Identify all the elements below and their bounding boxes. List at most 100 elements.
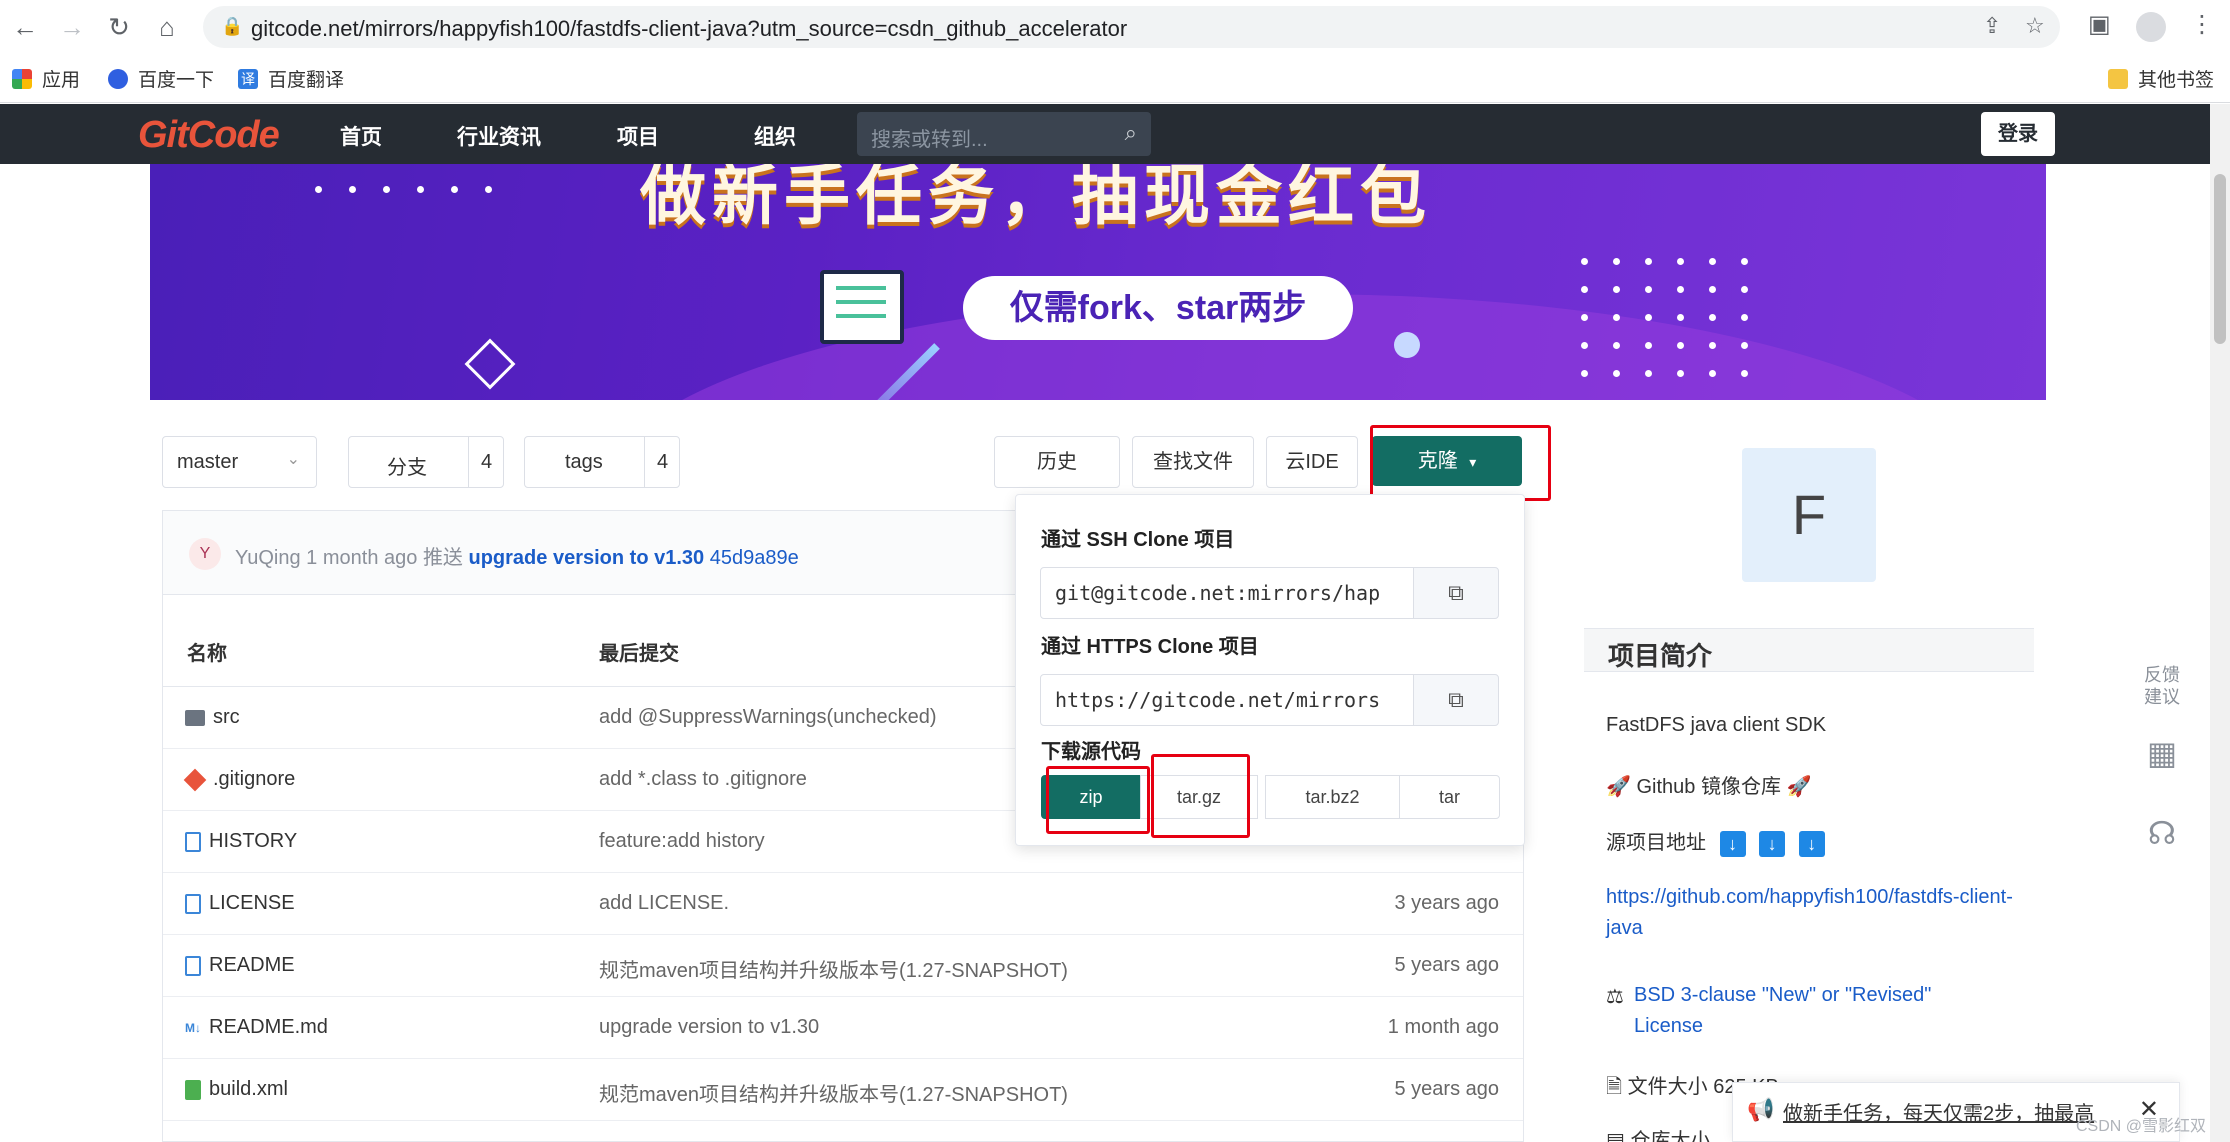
file-name[interactable]: README.md	[209, 1016, 328, 1039]
source-row: 源项目地址 ↓ ↓ ↓	[1606, 826, 1825, 857]
avatar[interactable]: Y	[189, 538, 221, 570]
bookmark-baidu-translate[interactable]: 译 百度翻译	[238, 65, 344, 92]
search-icon[interactable]: ⌕	[1125, 120, 1137, 146]
banner-dot	[1645, 286, 1652, 293]
headset-icon[interactable]: ☊	[2138, 817, 2186, 849]
banner-dot	[1677, 258, 1684, 265]
side-panel-icon[interactable]: ▣	[2088, 10, 2111, 39]
download-tarbz2-button[interactable]: tar.bz2	[1265, 775, 1400, 819]
login-button[interactable]: 登录	[1981, 112, 2055, 156]
table-row[interactable]: M↓ README.md upgrade version to v1.30 1 mon…	[163, 997, 1523, 1059]
file-name-cell[interactable]: .gitignore	[183, 768, 295, 791]
file-icon	[185, 831, 201, 852]
file-name-cell[interactable]: LICENSE	[185, 892, 295, 915]
home-icon[interactable]: ⌂	[150, 10, 184, 44]
download-arrow-icon[interactable]: ↓	[1719, 830, 1746, 857]
file-name-cell[interactable]: build.xml	[185, 1078, 288, 1101]
branches-button[interactable]: 分支 4	[348, 436, 504, 488]
bookmark-star-icon[interactable]: ☆	[2025, 13, 2045, 39]
commit-time: 1 month ago	[306, 547, 418, 569]
file-name[interactable]: README	[209, 954, 295, 977]
baidu-icon	[108, 68, 128, 89]
commit-time: 3 years ago	[1394, 892, 1499, 914]
file-name-cell[interactable]: M↓ README.md	[185, 1016, 328, 1039]
site-header: GitCode 首页 行业资讯 项目 组织 搜索或转到... ⌕ 登录	[0, 104, 2210, 164]
download-tar-button[interactable]: tar	[1399, 775, 1500, 819]
bookmark-baidu[interactable]: 百度一下	[108, 65, 214, 92]
nav-orgs[interactable]: 组织	[754, 121, 796, 151]
back-icon[interactable]: ←	[8, 10, 42, 44]
copy-ssh-icon[interactable]: ⧉	[1413, 567, 1499, 619]
banner-dot	[1581, 258, 1588, 265]
file-name[interactable]: build.xml	[209, 1078, 288, 1101]
commit-message[interactable]: 规范maven项目结构并升级版本号(1.27-SNAPSHOT)	[599, 954, 1068, 983]
commit-message[interactable]: 规范maven项目结构并升级版本号(1.27-SNAPSHOT)	[599, 1078, 1068, 1107]
promo-banner[interactable]: 做新手任务，抽现金红包 仅需fork、star两步	[150, 164, 2046, 400]
banner-dot	[1741, 314, 1748, 321]
nav-home[interactable]: 首页	[340, 121, 382, 151]
feedback-button[interactable]: 反馈建议	[2138, 664, 2186, 708]
commit-hash-link[interactable]: 45d9a89e	[710, 547, 799, 569]
gitcode-logo[interactable]: GitCode	[138, 114, 280, 157]
banner-dot	[1709, 314, 1716, 321]
commit-message[interactable]: upgrade version to v1.30	[599, 1016, 819, 1039]
profile-avatar[interactable]	[2136, 12, 2166, 42]
branches-label: 分支	[387, 457, 427, 479]
download-arrow-icon[interactable]: ↓	[1759, 830, 1786, 857]
https-url-field[interactable]: https://gitcode.net/mirrors	[1040, 674, 1414, 726]
banner-dot	[1581, 342, 1588, 349]
tags-button[interactable]: tags 4	[524, 436, 680, 488]
page-scrollbar[interactable]	[2210, 104, 2230, 1142]
mirror-label-row: 🚀 Github 镜像仓库 🚀	[1606, 770, 1811, 799]
license-link[interactable]: BSD 3-clause "New" or "Revised" License	[1634, 980, 1994, 1042]
commit-message[interactable]: add @SuppressWarnings(unchecked)	[599, 706, 937, 729]
commit-message[interactable]: add *.class to .gitignore	[599, 768, 807, 791]
file-icon	[185, 893, 201, 914]
apps-icon	[12, 68, 32, 89]
scrollbar-thumb[interactable]	[2214, 174, 2226, 344]
file-name-cell[interactable]: HISTORY	[185, 830, 297, 853]
find-file-button[interactable]: 查找文件	[1132, 436, 1254, 488]
copy-https-icon[interactable]: ⧉	[1413, 674, 1499, 726]
source-url-link[interactable]: https://github.com/happyfish100/fastdfs-…	[1606, 882, 2026, 944]
commit-message[interactable]: add LICENSE.	[599, 892, 729, 915]
search-input[interactable]: 搜索或转到... ⌕	[857, 112, 1151, 156]
download-targz-button[interactable]: tar.gz	[1140, 775, 1258, 819]
table-row[interactable]: README 规范maven项目结构并升级版本号(1.27-SNAPSHOT) 5 …	[163, 935, 1523, 997]
share-icon[interactable]: ⇪	[1983, 13, 2001, 39]
nav-projects[interactable]: 项目	[617, 121, 659, 151]
file-name[interactable]: .gitignore	[213, 768, 295, 791]
table-row[interactable]: build.xml 规范maven项目结构并升级版本号(1.27-SNAPSHOT…	[163, 1059, 1523, 1121]
banner-dot	[1709, 286, 1716, 293]
reload-icon[interactable]: ↻	[102, 10, 136, 44]
file-name[interactable]: LICENSE	[209, 892, 295, 915]
checklist-line	[836, 300, 886, 304]
table-row[interactable]: LICENSE add LICENSE. 3 years ago	[163, 873, 1523, 935]
commit-author[interactable]: YuQing	[235, 547, 301, 569]
web-ide-button[interactable]: 云IDE	[1266, 436, 1358, 488]
address-bar[interactable]: 🔒 gitcode.net/mirrors/happyfish100/fastd…	[203, 6, 2060, 48]
branch-select[interactable]: master ⌄	[162, 436, 317, 488]
file-name-cell[interactable]: README	[185, 954, 295, 977]
file-name[interactable]: HISTORY	[209, 830, 297, 853]
forward-icon[interactable]: →	[55, 10, 89, 44]
notification-text[interactable]: 做新手任务，每天仅需2步，抽最高	[1783, 1097, 2094, 1126]
menu-icon[interactable]: ⋮	[2190, 10, 2214, 39]
database-icon: ▤	[1606, 1130, 1625, 1142]
ssh-url-field[interactable]: git@gitcode.net:mirrors/hap	[1040, 567, 1414, 619]
url-text[interactable]: gitcode.net/mirrors/happyfish100/fastdfs…	[251, 16, 1127, 42]
file-name[interactable]: src	[213, 706, 240, 729]
banner-pill: 仅需fork、star两步	[963, 276, 1353, 340]
download-arrow-icon[interactable]: ↓	[1798, 830, 1825, 857]
download-zip-button[interactable]: zip	[1041, 775, 1141, 819]
qrcode-icon[interactable]: ▦	[2138, 737, 2186, 769]
banner-dot	[1677, 314, 1684, 321]
nav-news[interactable]: 行业资讯	[457, 121, 541, 151]
file-name-cell[interactable]: src	[185, 706, 240, 729]
bookmark-apps[interactable]: 应用	[12, 65, 80, 92]
commit-message-link[interactable]: upgrade version to v1.30	[469, 547, 705, 569]
commit-message[interactable]: feature:add history	[599, 830, 765, 853]
history-button[interactable]: 历史	[994, 436, 1120, 488]
bookmark-other[interactable]: 其他书签	[2108, 65, 2214, 92]
clone-button[interactable]: 克隆 ▾	[1372, 436, 1522, 486]
